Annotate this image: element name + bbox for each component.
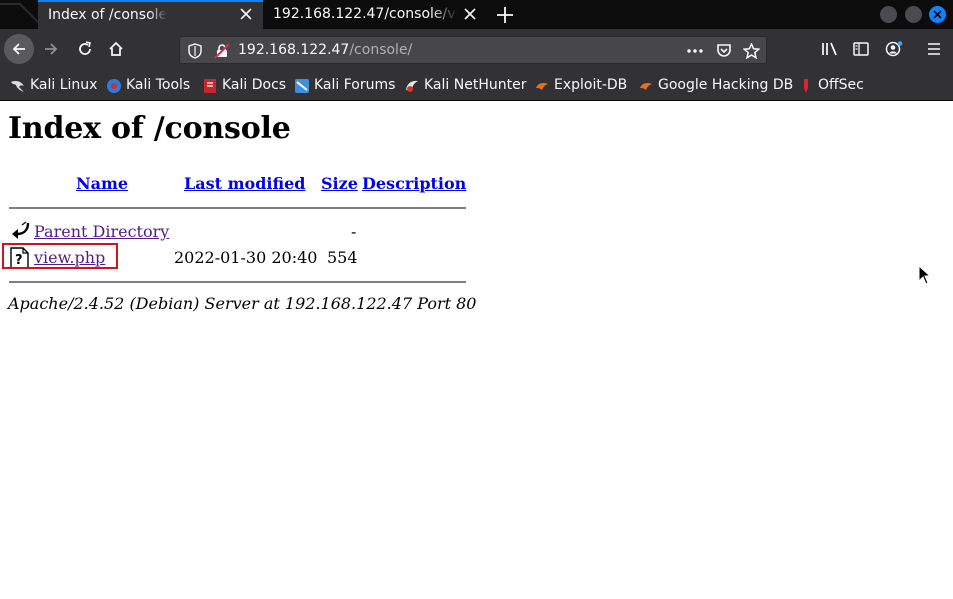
home-icon [109, 41, 123, 56]
tab-index-of-console[interactable]: Index of /console [38, 0, 263, 29]
tab-title: Index of /console [48, 7, 168, 23]
row-last-modified: 2022-01-30 20:40 [174, 248, 318, 267]
footer-divider [9, 281, 466, 283]
bookmark-label: Kali Tools [126, 77, 191, 93]
library-button[interactable] [816, 36, 842, 62]
page-actions-icon[interactable] [686, 49, 704, 53]
reload-icon [79, 41, 91, 55]
back-arrow-icon [12, 43, 25, 55]
close-window-button[interactable] [929, 6, 946, 23]
account-button[interactable] [880, 36, 906, 62]
kali-forums-icon [295, 79, 309, 93]
bookmark-label: Exploit-DB [554, 77, 628, 93]
close-icon [933, 10, 942, 19]
shield-icon[interactable] [188, 43, 202, 59]
maximize-button[interactable] [905, 6, 922, 23]
mouse-cursor-icon [918, 265, 932, 285]
page-title: Index of /console [8, 111, 291, 146]
bookmark-label: Kali Docs [222, 77, 287, 93]
account-icon [885, 41, 903, 57]
home-button[interactable] [103, 36, 129, 62]
back-arrow-icon [12, 221, 30, 239]
tab-view-php[interactable]: 192.168.122.47/console/view.php [263, 0, 487, 29]
exploit-db-icon [536, 83, 548, 90]
tab-bar: Index of /console 192.168.122.47/console… [0, 0, 953, 29]
reload-button[interactable] [72, 36, 98, 62]
bookmark-star-icon[interactable] [743, 43, 760, 59]
plus-icon [497, 7, 513, 23]
back-button[interactable] [4, 34, 34, 64]
bookmark-label: OffSec [818, 77, 864, 93]
url-text[interactable]: 192.168.122.47/console/ [238, 37, 412, 63]
kali-docs-icon [204, 79, 216, 93]
server-signature: Apache/2.4.52 (Debian) Server at 192.168… [8, 294, 477, 313]
url-bar[interactable]: 192.168.122.47/console/ [179, 36, 767, 64]
nethunter-icon [406, 80, 418, 92]
page-content: Index of /console Name Last modified Siz… [0, 101, 953, 599]
url-path: /console/ [349, 42, 413, 58]
sidebar-icon [853, 42, 869, 56]
insecure-lock-icon[interactable] [214, 43, 230, 59]
tab-bar-spacer [0, 0, 38, 29]
bookmark-label: Google Hacking DB [658, 77, 794, 93]
ghdb-icon [640, 83, 652, 90]
column-header-size[interactable]: Size [321, 174, 358, 193]
kali-dragon-icon [11, 81, 24, 92]
tab-close-icon[interactable] [463, 0, 477, 29]
forward-arrow-icon [45, 43, 58, 55]
tab-title: 192.168.122.47/console/view.php [273, 6, 458, 22]
column-header-last-modified[interactable]: Last modified [184, 174, 305, 193]
url-host: 192.168.122.47 [238, 42, 350, 58]
hamburger-menu-icon [928, 43, 940, 55]
offsec-icon [804, 79, 808, 93]
bookmark-label: Kali NetHunter [424, 77, 527, 93]
column-header-description[interactable]: Description [362, 174, 466, 193]
tab-close-icon[interactable] [239, 2, 253, 29]
library-icon [822, 42, 837, 56]
annotation-highlight-box [2, 243, 118, 269]
bookmark-label: Kali Linux [30, 77, 98, 93]
navigation-toolbar: 192.168.122.47/console/ [0, 29, 953, 88]
parent-directory-link[interactable]: Parent Directory [34, 222, 169, 241]
forward-button[interactable] [38, 36, 64, 62]
bookmarks-toolbar: Kali Linux Kali Tools Kali Docs Kali For… [0, 70, 953, 101]
header-divider [9, 207, 466, 209]
kali-decoration-icon [0, 3, 38, 23]
row-size: - [351, 222, 357, 241]
kali-tools-icon [107, 79, 121, 93]
pocket-icon[interactable] [716, 43, 732, 59]
new-tab-button[interactable] [494, 4, 516, 26]
menu-button[interactable] [921, 36, 947, 62]
minimize-button[interactable] [880, 6, 897, 23]
column-header-name[interactable]: Name [76, 174, 128, 193]
row-size: 554 [327, 248, 358, 267]
bookmark-label: Kali Forums [314, 77, 396, 93]
sidebar-button[interactable] [848, 36, 874, 62]
